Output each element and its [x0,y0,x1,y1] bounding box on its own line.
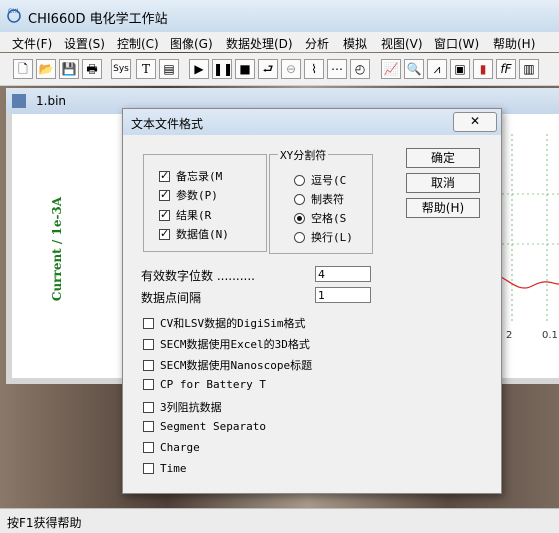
print-icon[interactable]: 🖶 [82,59,102,79]
option-charge[interactable]: Charge [143,441,200,454]
menu-control[interactable]: 控制(C) [117,35,159,52]
separator-group: XY分割符 逗号(C 制表符 空格(S 换行(L) [269,147,373,254]
radio-space[interactable]: 空格(S [294,210,346,226]
menu-analysis[interactable]: 分析 [305,35,329,52]
status-text: 按F1获得帮助 [7,516,82,530]
checkbox[interactable] [143,317,154,329]
option-3col-impedance[interactable]: 3列阻抗数据 [143,399,222,415]
analysis-icon[interactable]: ◴ [350,59,370,79]
menu-graphics[interactable]: 图像(G) [170,35,213,52]
checkbox[interactable] [159,227,170,240]
open-icon[interactable]: 📂 [36,59,56,79]
checkbox-memo[interactable]: 备忘录(M [159,168,222,184]
sys-icon[interactable]: Sys [111,59,131,79]
x-tick-label: 2 [506,330,513,341]
radio[interactable] [294,193,305,205]
menu-file[interactable]: 文件(F) [12,35,52,52]
reverse-icon[interactable]: ⮐ [258,59,278,79]
sig-digits-field[interactable]: 4 [315,266,371,282]
interval-field[interactable]: 1 [315,287,371,303]
checkbox-data-values[interactable]: 数据值(N) [159,226,229,242]
document-name: 1.bin [36,94,67,108]
search-icon[interactable]: 🔍 [404,59,424,79]
window-titlebar[interactable]: CHI CHI660D 电化学工作站 [0,0,559,32]
checkbox[interactable] [159,169,170,182]
help-button[interactable]: 帮助(H) [406,198,480,218]
option-cp-battery[interactable]: CP for Battery T [143,378,266,391]
ir-icon[interactable]: ⊖ [281,59,301,79]
save-icon[interactable]: 💾 [59,59,79,79]
menu-simulation[interactable]: 模拟 [343,35,367,52]
chi-logo-icon: CHI [7,8,21,23]
content-group: 备忘录(M 参数(P) 结果(R 数据值(N) [143,154,267,252]
option-segment-separator[interactable]: Segment Separato [143,420,266,433]
run-icon[interactable]: ▶ [189,59,209,79]
radio[interactable] [294,174,305,186]
zoom-icon[interactable]: ⌇ [304,59,324,79]
checkbox[interactable] [143,442,154,453]
radio-newline[interactable]: 换行(L) [294,229,353,245]
interval-label: 数据点间隔 [141,291,202,305]
new-icon[interactable]: 🗋 [13,59,33,79]
svg-text:CHI: CHI [8,8,19,15]
checkbox[interactable] [159,208,170,221]
text-icon[interactable]: T [136,59,156,79]
y-axis-label: Current / 1e-3A [50,196,64,302]
checkbox[interactable] [143,421,154,432]
text-file-format-dialog: 文本文件格式 ✕ 备忘录(M 参数(P) 结果(R 数据值(N) XY分割符 逗… [122,108,502,494]
menu-view[interactable]: 视图(V) [381,35,423,52]
checkbox-params[interactable]: 参数(P) [159,187,218,203]
checkbox-results[interactable]: 结果(R [159,207,211,223]
checkbox[interactable] [143,401,154,413]
dialog-title: 文本文件格式 [131,117,204,131]
print-setup-icon[interactable]: ▣ [450,59,470,79]
menu-data-processing[interactable]: 数据处理(D) [226,35,293,52]
graph-icon[interactable]: ⋯ [327,59,347,79]
option-secm-nanoscope[interactable]: SECM数据使用Nanoscope标题 [143,357,312,373]
cancel-button[interactable]: 取消 [406,173,480,193]
menu-window[interactable]: 窗口(W) [434,35,479,52]
menu-help[interactable]: 帮助(H) [493,35,535,52]
pause-icon[interactable]: ❚❚ [212,59,233,79]
separator-group-title: XY分割符 [278,147,329,163]
option-time[interactable]: Time [143,462,187,475]
dialog-titlebar[interactable]: 文本文件格式 ✕ [123,109,501,135]
toolbar: 🗋 📂 💾 🖶 Sys T ▤ ▶ ❚❚ ■ ⮐ ⊖ ⌇ ⋯ ◴ 📈 🔍 ⩘ ▣… [0,53,559,86]
option-secm-excel-3d[interactable]: SECM数据使用Excel的3D格式 [143,336,310,352]
option-digisim[interactable]: CV和LSV数据的DigiSim格式 [143,315,305,331]
color-icon[interactable]: ▮ [473,59,493,79]
ok-button[interactable]: 确定 [406,148,480,168]
page-icon[interactable]: ▤ [159,59,179,79]
checkbox[interactable] [143,463,154,474]
plot-graph [492,134,559,324]
close-icon[interactable]: ✕ [453,112,497,132]
radio[interactable] [294,212,305,224]
checkbox[interactable] [159,188,170,201]
x-tick-label: 0.1 [542,330,558,341]
radio-tab[interactable]: 制表符 [294,191,344,207]
curve-icon[interactable]: 📈 [381,59,401,79]
status-bar: 按F1获得帮助 [0,508,559,533]
stop-icon[interactable]: ■ [235,59,255,79]
checkbox[interactable] [143,338,154,350]
document-icon [12,94,26,108]
menu-bar: 文件(F) 设置(S) 控制(C) 图像(G) 数据处理(D) 分析 模拟 视图… [0,32,559,52]
font-icon[interactable]: fF [496,59,516,79]
menu-settings[interactable]: 设置(S) [64,35,105,52]
checkbox[interactable] [143,359,154,371]
sig-digits-label: 有效数字位数 .......... [141,269,255,283]
app-title: CHI660D 电化学工作站 [28,12,168,27]
radio[interactable] [294,231,305,243]
fit-icon[interactable]: ▥ [519,59,539,79]
radio-comma[interactable]: 逗号(C [294,172,346,188]
peak-icon[interactable]: ⩘ [427,59,447,79]
checkbox[interactable] [143,379,154,390]
